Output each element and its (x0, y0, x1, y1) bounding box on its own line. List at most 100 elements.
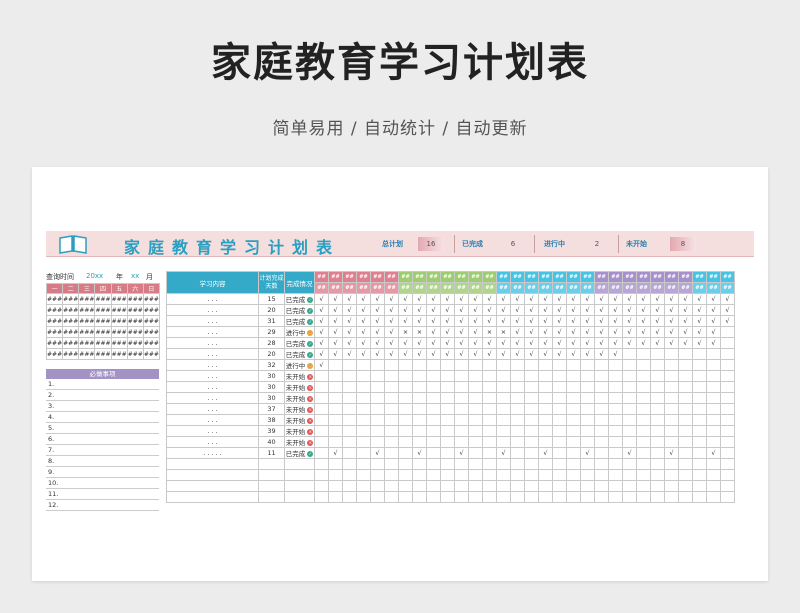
day-mark-cell[interactable] (314, 480, 329, 492)
day-mark-cell[interactable] (314, 403, 329, 415)
day-mark-cell[interactable] (720, 337, 735, 349)
day-mark-cell[interactable] (706, 392, 721, 404)
day-mark-cell[interactable] (398, 359, 413, 371)
day-mark-cell[interactable]: √ (328, 315, 343, 327)
day-mark-cell[interactable] (706, 469, 721, 481)
day-mark-cell[interactable]: √ (510, 348, 525, 360)
day-mark-cell[interactable] (678, 458, 693, 470)
day-mark-cell[interactable] (356, 447, 371, 459)
day-mark-cell[interactable] (510, 359, 525, 371)
day-mark-cell[interactable] (608, 370, 623, 382)
day-mark-cell[interactable]: √ (440, 326, 455, 338)
planned-days-cell[interactable]: 29 (258, 326, 285, 338)
day-mark-cell[interactable] (496, 425, 511, 437)
day-mark-cell[interactable] (636, 359, 651, 371)
day-mark-cell[interactable]: √ (468, 304, 483, 316)
study-content-cell[interactable]: . . . (166, 315, 259, 327)
day-mark-cell[interactable] (524, 403, 539, 415)
day-mark-cell[interactable]: √ (524, 326, 539, 338)
day-mark-cell[interactable] (468, 491, 483, 503)
day-mark-cell[interactable] (622, 480, 637, 492)
day-mark-cell[interactable] (692, 414, 707, 426)
day-mark-cell[interactable] (468, 425, 483, 437)
day-mark-cell[interactable] (524, 414, 539, 426)
day-mark-cell[interactable] (482, 392, 497, 404)
day-mark-cell[interactable] (692, 359, 707, 371)
day-mark-cell[interactable] (678, 436, 693, 448)
day-mark-cell[interactable] (678, 359, 693, 371)
day-mark-cell[interactable]: √ (454, 304, 469, 316)
day-mark-cell[interactable] (692, 425, 707, 437)
day-mark-cell[interactable] (496, 381, 511, 393)
day-mark-cell[interactable] (412, 403, 427, 415)
study-content-cell[interactable]: . . . (166, 326, 259, 338)
planned-days-cell[interactable]: 37 (258, 403, 285, 415)
study-content-cell[interactable]: . . . (166, 425, 259, 437)
day-mark-cell[interactable]: √ (328, 293, 343, 305)
day-mark-cell[interactable] (720, 480, 735, 492)
day-mark-cell[interactable] (384, 392, 399, 404)
day-mark-cell[interactable] (720, 436, 735, 448)
day-mark-cell[interactable] (496, 414, 511, 426)
day-mark-cell[interactable] (454, 359, 469, 371)
day-mark-cell[interactable] (454, 458, 469, 470)
day-mark-cell[interactable] (440, 359, 455, 371)
day-mark-cell[interactable]: √ (664, 326, 679, 338)
day-mark-cell[interactable] (370, 480, 385, 492)
day-mark-cell[interactable]: √ (594, 326, 609, 338)
planned-days-cell[interactable]: 38 (258, 414, 285, 426)
day-mark-cell[interactable]: √ (664, 315, 679, 327)
day-mark-cell[interactable] (608, 392, 623, 404)
day-mark-cell[interactable] (342, 370, 357, 382)
day-mark-cell[interactable]: √ (552, 315, 567, 327)
day-mark-cell[interactable] (482, 414, 497, 426)
day-mark-cell[interactable] (398, 458, 413, 470)
day-mark-cell[interactable]: √ (580, 447, 595, 459)
day-mark-cell[interactable] (384, 381, 399, 393)
day-mark-cell[interactable]: √ (314, 315, 329, 327)
day-mark-cell[interactable] (482, 359, 497, 371)
day-mark-cell[interactable] (328, 392, 343, 404)
day-mark-cell[interactable] (440, 469, 455, 481)
day-mark-cell[interactable]: √ (706, 447, 721, 459)
day-mark-cell[interactable] (426, 480, 441, 492)
day-mark-cell[interactable]: √ (384, 326, 399, 338)
day-mark-cell[interactable] (594, 403, 609, 415)
day-mark-cell[interactable] (580, 370, 595, 382)
day-mark-cell[interactable] (398, 425, 413, 437)
day-mark-cell[interactable]: √ (720, 293, 735, 305)
day-mark-cell[interactable] (342, 414, 357, 426)
day-mark-cell[interactable] (510, 469, 525, 481)
day-mark-cell[interactable]: √ (398, 304, 413, 316)
day-mark-cell[interactable]: √ (608, 304, 623, 316)
study-content-cell[interactable]: . . . (166, 381, 259, 393)
must-do-item[interactable]: 4. (46, 412, 159, 423)
planned-days-cell[interactable]: 30 (258, 370, 285, 382)
day-mark-cell[interactable] (496, 359, 511, 371)
day-mark-cell[interactable] (692, 480, 707, 492)
day-mark-cell[interactable]: √ (440, 293, 455, 305)
day-mark-cell[interactable] (664, 381, 679, 393)
day-mark-cell[interactable]: √ (356, 337, 371, 349)
day-mark-cell[interactable]: √ (594, 337, 609, 349)
day-mark-cell[interactable]: √ (664, 447, 679, 459)
month-value[interactable]: xx (131, 272, 139, 280)
day-mark-cell[interactable] (706, 370, 721, 382)
day-mark-cell[interactable] (440, 458, 455, 470)
day-mark-cell[interactable] (692, 348, 707, 360)
day-mark-cell[interactable]: √ (650, 337, 665, 349)
day-mark-cell[interactable] (426, 414, 441, 426)
day-mark-cell[interactable] (664, 425, 679, 437)
study-content-cell[interactable]: . . . (166, 304, 259, 316)
study-content-cell[interactable] (166, 469, 259, 481)
day-mark-cell[interactable] (440, 436, 455, 448)
day-mark-cell[interactable] (412, 425, 427, 437)
day-mark-cell[interactable] (496, 403, 511, 415)
day-mark-cell[interactable] (342, 403, 357, 415)
day-mark-cell[interactable]: √ (454, 326, 469, 338)
day-mark-cell[interactable] (398, 381, 413, 393)
planned-days-cell[interactable]: 40 (258, 436, 285, 448)
day-mark-cell[interactable] (580, 469, 595, 481)
day-mark-cell[interactable] (426, 370, 441, 382)
day-mark-cell[interactable]: × (412, 326, 427, 338)
